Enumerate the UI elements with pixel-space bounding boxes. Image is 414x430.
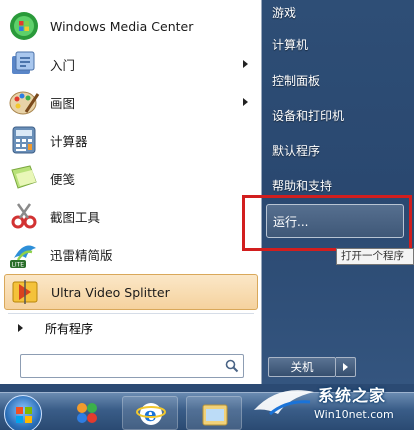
- menu-item-devices-printers[interactable]: 设备和打印机: [272, 103, 344, 127]
- menu-item-run[interactable]: 运行...: [266, 204, 404, 238]
- program-label: 截图工具: [50, 209, 101, 225]
- search-box[interactable]: [20, 354, 244, 378]
- getting-started-icon: [8, 48, 40, 80]
- menu-item-label: 帮助和支持: [272, 178, 333, 193]
- windows-media-center-icon: [8, 10, 40, 42]
- submenu-arrow-icon: [243, 98, 248, 106]
- program-paint[interactable]: 画图: [4, 84, 258, 120]
- paint-icon: [8, 86, 40, 118]
- windows-flag-icon: [16, 407, 32, 423]
- watermark-logo-icon: [254, 390, 314, 416]
- all-programs-label: 所有程序: [45, 321, 94, 336]
- program-label: Windows Media Center: [50, 18, 194, 34]
- messenger-icon: [77, 403, 97, 423]
- search-input[interactable]: [21, 355, 217, 377]
- watermark-url: Win10net.com: [314, 408, 394, 421]
- internet-explorer-icon: e: [136, 402, 166, 426]
- taskbar-button-internet-explorer[interactable]: e: [122, 396, 178, 430]
- svg-text:LITE: LITE: [12, 262, 25, 269]
- run-tooltip: 打开一个程序: [336, 248, 414, 265]
- watermark-title: 系统之家: [318, 386, 387, 405]
- snipping-tool-icon: [8, 200, 40, 232]
- program-label: 便笺: [50, 171, 76, 187]
- calculator-icon: [8, 124, 40, 156]
- all-programs-button[interactable]: 所有程序: [4, 316, 258, 340]
- shutdown-options-arrow[interactable]: [336, 357, 356, 377]
- program-ultra-video-splitter[interactable]: Ultra Video Splitter: [4, 274, 258, 310]
- program-label: Ultra Video Splitter: [51, 284, 170, 300]
- sticky-notes-icon: [8, 162, 40, 194]
- menu-item-label: 计算机: [272, 37, 309, 52]
- taskbar-button-explorer[interactable]: [186, 396, 242, 430]
- menu-item-games[interactable]: 游戏: [272, 0, 296, 24]
- expand-arrow-icon: [18, 324, 23, 332]
- program-getting-started[interactable]: 入门: [4, 46, 258, 82]
- program-sticky-notes[interactable]: 便笺: [4, 160, 258, 196]
- search-icon[interactable]: [225, 359, 239, 373]
- program-label: 计算器: [50, 133, 88, 149]
- program-label: 迅雷精简版: [50, 247, 113, 263]
- divider: [8, 313, 254, 314]
- menu-item-label: 设备和打印机: [272, 108, 345, 123]
- shutdown-label: 关机: [290, 360, 314, 374]
- menu-item-computer[interactable]: 计算机: [272, 32, 308, 56]
- shutdown-button[interactable]: 关机: [268, 357, 336, 377]
- program-label: 入门: [50, 57, 76, 73]
- xunlei-lite-icon: LITE: [8, 238, 40, 270]
- program-xunlei-lite[interactable]: LITE 迅雷精简版: [4, 236, 258, 272]
- taskbar-button-messenger[interactable]: [60, 396, 116, 430]
- submenu-arrow-icon: [243, 60, 248, 68]
- program-label: 画图: [50, 95, 76, 111]
- menu-item-label: 控制面板: [272, 73, 321, 88]
- program-calculator[interactable]: 计算器: [4, 122, 258, 158]
- menu-item-default-programs[interactable]: 默认程序: [272, 138, 320, 162]
- menu-item-help-support[interactable]: 帮助和支持: [272, 173, 332, 197]
- folder-icon: [202, 404, 228, 426]
- program-snipping-tool[interactable]: 截图工具: [4, 198, 258, 234]
- program-windows-media-center[interactable]: Windows Media Center: [4, 8, 258, 44]
- svg-text:e: e: [144, 402, 157, 426]
- menu-item-label: 默认程序: [272, 143, 321, 158]
- menu-item-control-panel[interactable]: 控制面板: [272, 68, 320, 92]
- menu-item-label: 游戏: [272, 5, 297, 20]
- start-button[interactable]: [4, 395, 42, 430]
- ultra-video-splitter-icon: [9, 276, 41, 308]
- run-label: 运行...: [273, 214, 309, 229]
